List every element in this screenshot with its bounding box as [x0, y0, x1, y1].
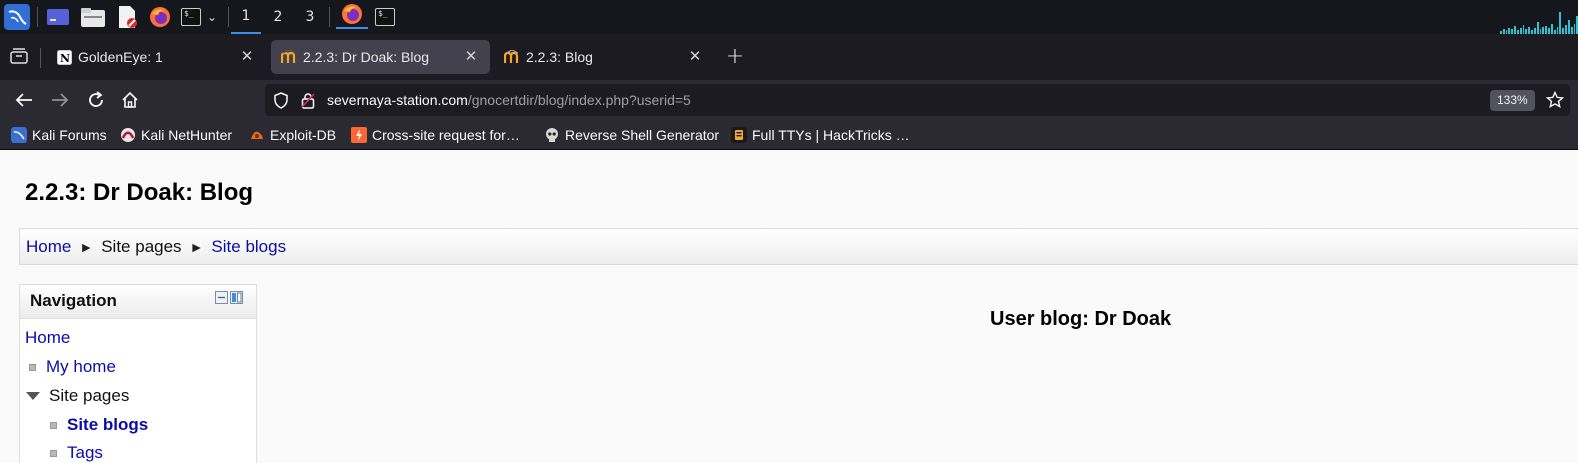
kali-forums-icon: [11, 127, 27, 143]
user-blog-heading: User blog: Dr Doak: [990, 308, 1172, 330]
tab-title: GoldenEye: 1: [78, 49, 163, 65]
expanded-triangle-icon[interactable]: [25, 391, 41, 401]
url-text: severnaya-station.com/gnocertdir/blog/in…: [327, 92, 691, 108]
close-icon[interactable]: ✕: [238, 48, 256, 66]
terminal-launcher-icon[interactable]: $_: [180, 5, 202, 29]
exploitdb-icon: [249, 127, 265, 143]
navigation-block: Navigation Home My home Site pages Site …: [19, 284, 257, 463]
moodle-icon: [504, 49, 520, 65]
nav-item-label[interactable]: My home: [46, 357, 116, 377]
close-icon[interactable]: ✕: [686, 48, 704, 66]
moodle-icon: [281, 49, 297, 65]
reload-button[interactable]: [83, 88, 109, 112]
navigation-block-title: Navigation: [30, 291, 117, 310]
breadcrumb-arrow-icon: ►: [189, 238, 204, 255]
bookmark-label: Kali NetHunter: [141, 127, 233, 143]
nav-item-site-blogs[interactable]: Site blogs: [50, 415, 148, 435]
firefox-launcher-icon[interactable]: [148, 5, 172, 29]
bookmark-label: Full TTYs | HackTricks …: [752, 127, 910, 143]
workspace-1[interactable]: 1: [231, 0, 261, 34]
file-manager-icon[interactable]: [80, 5, 106, 29]
breadcrumb-arrow-icon: ►: [79, 238, 94, 255]
forward-button[interactable]: [47, 88, 73, 112]
bookmark-label: Kali Forums: [32, 127, 107, 143]
bookmark-cross-site-request[interactable]: Cross-site request for…: [351, 126, 520, 144]
workspace-2[interactable]: 2: [263, 0, 293, 34]
nav-item-label[interactable]: Tags: [67, 443, 103, 463]
nav-item-home[interactable]: Home: [25, 328, 70, 348]
bullet-icon: [50, 449, 57, 457]
star-icon[interactable]: [1545, 90, 1565, 113]
workspace-3[interactable]: 3: [295, 0, 325, 34]
nav-item-label[interactable]: Site blogs: [67, 415, 148, 435]
system-panel: $_ ⌄ 1 2 3 $_: [0, 0, 1578, 34]
bookmark-label: Exploit-DB: [270, 127, 337, 143]
bullet-icon: [50, 421, 57, 429]
page-viewport: 2.2.3: Dr Doak: Blog Home ► Site pages ►…: [0, 151, 1578, 463]
lock-icon[interactable]: [301, 92, 315, 113]
url-path: /gnocertdir/blog/index.php?userid=5: [467, 92, 691, 108]
breadcrumb-home-link[interactable]: Home: [26, 237, 71, 257]
breadcrumb: Home ► Site pages ► Site blogs: [19, 228, 1578, 265]
bookmarks-toolbar: Kali Forums Kali NetHunter Exploit-DB Cr…: [0, 120, 1578, 150]
close-icon[interactable]: ✕: [462, 48, 480, 66]
nav-toolbar: severnaya-station.com/gnocertdir/blog/in…: [0, 80, 1578, 120]
bookmark-kali-nethunter[interactable]: Kali NetHunter: [120, 126, 232, 144]
taskbar-terminal-window[interactable]: $_: [373, 5, 397, 29]
breadcrumb-site-pages: Site pages: [101, 236, 182, 256]
bookmark-hacktricks[interactable]: Full TTYs | HackTricks …: [731, 126, 910, 144]
nav-item-tags[interactable]: Tags: [50, 443, 103, 463]
bookmark-kali-forums[interactable]: Kali Forums: [11, 126, 107, 144]
bookmark-reverse-shell-generator[interactable]: Reverse Shell Generator: [544, 126, 719, 144]
shield-icon[interactable]: [273, 92, 289, 113]
tab-goldeneye[interactable]: N GoldenEye: 1 ✕: [46, 40, 266, 74]
tab-overview-icon[interactable]: [6, 44, 32, 68]
show-desktop-icon[interactable]: [46, 5, 70, 29]
tab-strip: N GoldenEye: 1 ✕ 2.2.3: Dr Doak: Blog ✕ …: [0, 34, 1578, 80]
bookmark-exploit-db[interactable]: Exploit-DB: [249, 126, 336, 144]
notion-icon: N: [56, 49, 72, 65]
nav-item-my-home[interactable]: My home: [29, 357, 116, 377]
hacktricks-icon: [731, 127, 747, 143]
nethunter-icon: [120, 127, 136, 143]
address-bar[interactable]: severnaya-station.com/gnocertdir/blog/in…: [265, 84, 1570, 116]
taskbar-firefox-window[interactable]: [336, 0, 368, 29]
text-editor-icon[interactable]: [114, 5, 140, 29]
minimize-block-icon[interactable]: [215, 291, 228, 304]
back-button[interactable]: [11, 88, 37, 112]
home-button[interactable]: [117, 88, 143, 112]
navigation-block-header: Navigation: [20, 285, 256, 319]
nav-item-label: Site pages: [49, 386, 130, 405]
breadcrumb-site-blogs-link[interactable]: Site blogs: [211, 237, 286, 257]
svg-text:N: N: [60, 52, 70, 65]
tab-title: 2.2.3: Dr Doak: Blog: [303, 49, 430, 65]
nav-item-label[interactable]: Home: [25, 328, 70, 348]
bookmark-label: Cross-site request for…: [372, 127, 520, 143]
page-title: 2.2.3: Dr Doak: Blog: [25, 179, 254, 206]
kali-menu-icon[interactable]: [3, 4, 31, 30]
cpu-graph: [1500, 10, 1578, 34]
tab-blog[interactable]: 2.2.3: Blog ✕: [494, 40, 714, 74]
dock-block-icon[interactable]: [230, 291, 243, 304]
chevron-down-icon[interactable]: ⌄: [204, 5, 220, 29]
bullet-icon: [29, 363, 36, 371]
url-host: severnaya-station.com: [327, 92, 468, 108]
bookmark-label: Reverse Shell Generator: [565, 127, 720, 143]
tab-title: 2.2.3: Blog: [526, 49, 593, 65]
portswigger-icon: [351, 127, 367, 143]
zoom-level-button[interactable]: 133%: [1490, 90, 1535, 111]
tab-dr-doak-blog[interactable]: 2.2.3: Dr Doak: Blog ✕: [271, 40, 490, 74]
skull-icon: [544, 127, 560, 143]
nav-item-site-pages[interactable]: Site pages: [25, 386, 129, 406]
new-tab-button[interactable]: +: [722, 44, 748, 69]
